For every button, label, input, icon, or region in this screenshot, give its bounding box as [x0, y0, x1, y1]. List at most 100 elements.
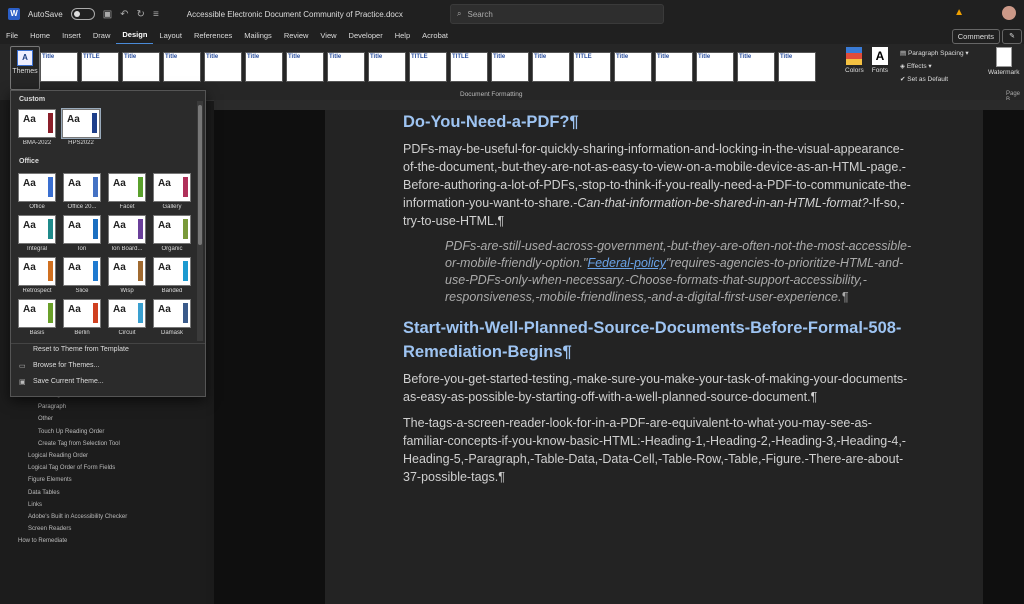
theme-tile[interactable]: Gallery	[152, 173, 192, 213]
theme-name: Office	[29, 204, 45, 210]
theme-tile[interactable]: HPS2022	[61, 108, 101, 149]
autosave-toggle[interactable]	[70, 8, 95, 20]
tab-draw[interactable]: Draw	[87, 28, 117, 44]
style-set-thumb[interactable]: TITLE	[573, 52, 611, 82]
browse-themes-item[interactable]: Browse for Themes...	[33, 362, 99, 369]
tab-home[interactable]: Home	[24, 28, 56, 44]
nav-item[interactable]: How to Remediate	[18, 535, 127, 547]
theme-tile[interactable]: BMA-2022	[17, 109, 57, 149]
tab-design[interactable]: Design	[116, 27, 154, 45]
document-page[interactable]: Do-You-Need-a-PDF?¶ PDFs-may-be-useful-f…	[325, 110, 983, 604]
style-set-thumb[interactable]: Title	[245, 52, 283, 82]
nav-item[interactable]: Adobe's Built in Accessibility Checker	[18, 511, 127, 523]
nav-item[interactable]: Paragraph	[18, 401, 127, 413]
nav-item[interactable]: Data Tables	[18, 487, 127, 499]
tab-help[interactable]: Help	[389, 28, 416, 44]
watermark-button[interactable]: Watermark	[988, 47, 1020, 76]
warning-icon[interactable]: ▲	[954, 7, 964, 18]
style-set-thumb[interactable]: Title	[696, 52, 734, 82]
theme-preview-icon	[63, 299, 101, 328]
paragraph-3[interactable]: The-tags-a-screen-reader-look-for-in-a-P…	[403, 414, 913, 486]
style-set-thumb[interactable]: Title	[204, 52, 242, 82]
theme-tile[interactable]: Retrospect	[17, 257, 57, 297]
quote-block[interactable]: PDFs-are-still-used-across-government,-b…	[445, 238, 913, 306]
theme-tile[interactable]: Circuit	[107, 299, 147, 339]
tab-developer[interactable]: Developer	[343, 28, 389, 44]
nav-item[interactable]: Other	[18, 413, 127, 425]
paragraph-spacing-button[interactable]: ▤ Paragraph Spacing ▾	[900, 47, 969, 60]
theme-tile[interactable]: Slice	[62, 257, 102, 297]
style-set-thumb[interactable]: Title	[532, 52, 570, 82]
theme-preview-icon	[18, 257, 56, 286]
scrollbar-thumb[interactable]	[198, 105, 202, 245]
save-icon[interactable]: ▣	[103, 9, 112, 20]
style-set-thumb[interactable]: Title	[286, 52, 324, 82]
search-box[interactable]: ⌕ Search	[450, 4, 664, 24]
nav-item[interactable]: Create Tag from Selection Tool	[18, 438, 127, 450]
avatar[interactable]	[1002, 6, 1016, 20]
theme-name: Facet	[119, 204, 135, 210]
style-set-thumb[interactable]: Title	[737, 52, 775, 82]
nav-item[interactable]: Logical Reading Order	[18, 450, 127, 462]
theme-tile[interactable]: Damask	[152, 299, 192, 339]
document-title[interactable]: Accessible Electronic Document Community…	[187, 10, 403, 19]
nav-item[interactable]: Screen Readers	[18, 523, 127, 535]
save-theme-item[interactable]: Save Current Theme...	[33, 378, 104, 385]
theme-tile[interactable]: Ion Board...	[107, 215, 147, 255]
redo-icon[interactable]: ↻	[137, 9, 145, 20]
theme-tile[interactable]: Ion	[62, 215, 102, 255]
nav-item[interactable]: Links	[18, 499, 127, 511]
tab-review[interactable]: Review	[278, 28, 315, 44]
style-set-thumb[interactable]: Title	[40, 52, 78, 82]
effects-button[interactable]: ◈ Effects ▾	[900, 60, 969, 73]
tab-acrobat[interactable]: Acrobat	[416, 28, 454, 44]
theme-tile[interactable]: Integral	[17, 215, 57, 255]
theme-tile[interactable]: Banded	[152, 257, 192, 297]
reset-theme-item[interactable]: Reset to Theme from Template	[33, 346, 129, 353]
paragraph-2[interactable]: Before-you-get-started-testing,-make-sur…	[403, 370, 913, 406]
tab-file[interactable]: File	[0, 28, 24, 44]
themes-button[interactable]: A Themes	[10, 46, 40, 90]
set-as-default-button[interactable]: ✔ Set as Default	[900, 73, 969, 86]
style-set-thumb[interactable]: Title	[778, 52, 816, 82]
comments-button[interactable]: Comments	[951, 29, 1000, 44]
theme-tile[interactable]: Basis	[17, 299, 57, 339]
theme-tile[interactable]: Office 20...	[62, 173, 102, 213]
style-set-thumb[interactable]: Title	[163, 52, 201, 82]
nav-item[interactable]: Logical Tag Order of Form Fields	[18, 462, 127, 474]
theme-tile[interactable]: Facet	[107, 173, 147, 213]
theme-tile[interactable]: Office	[17, 173, 57, 213]
ribbon-tabs: File Home Insert Draw Design Layout References…	[0, 27, 1024, 45]
style-set-thumb[interactable]: Title	[327, 52, 365, 82]
tab-references[interactable]: References	[188, 28, 238, 44]
nav-item[interactable]: Touch Up Reading Order	[18, 426, 127, 438]
style-set-thumb[interactable]: TITLE	[450, 52, 488, 82]
style-set-thumb[interactable]: TITLE	[81, 52, 119, 82]
undo-icon[interactable]: ↶	[120, 9, 128, 20]
tab-insert[interactable]: Insert	[56, 28, 87, 44]
themes-scrollbar[interactable]	[197, 101, 203, 341]
theme-tile[interactable]: Wisp	[107, 257, 147, 297]
qat-more-icon[interactable]: ≡	[153, 9, 159, 20]
style-set-thumb[interactable]: TITLE	[409, 52, 447, 82]
theme-name: Ion	[77, 246, 87, 252]
theme-tile[interactable]: Berlin	[62, 299, 102, 339]
fonts-button[interactable]: A Fonts	[872, 47, 888, 74]
theme-tile[interactable]: Organic	[152, 215, 192, 255]
style-set-thumb[interactable]: Title	[122, 52, 160, 82]
tab-mailings[interactable]: Mailings	[238, 28, 278, 44]
style-set-thumb[interactable]: Title	[368, 52, 406, 82]
paragraph-1[interactable]: PDFs-may-be-useful-for-quickly-sharing-i…	[403, 140, 913, 230]
federal-policy-link[interactable]: Federal-policy	[587, 256, 666, 270]
editing-mode-button[interactable]: ✎	[1002, 29, 1022, 44]
style-set-thumb[interactable]: Title	[655, 52, 693, 82]
style-set-thumb[interactable]: Title	[614, 52, 652, 82]
style-set-thumb[interactable]: Title	[491, 52, 529, 82]
colors-button[interactable]: Colors	[845, 47, 864, 74]
horizontal-ruler[interactable]	[214, 100, 1024, 110]
heading-start-with-well-planned[interactable]: Start-with-Well-Planned-Source-Documents…	[403, 316, 913, 364]
nav-item[interactable]: Figure Elements	[18, 474, 127, 486]
heading-do-you-need-pdf[interactable]: Do-You-Need-a-PDF?¶	[403, 110, 913, 134]
tab-layout[interactable]: Layout	[153, 28, 188, 44]
tab-view[interactable]: View	[314, 28, 342, 44]
